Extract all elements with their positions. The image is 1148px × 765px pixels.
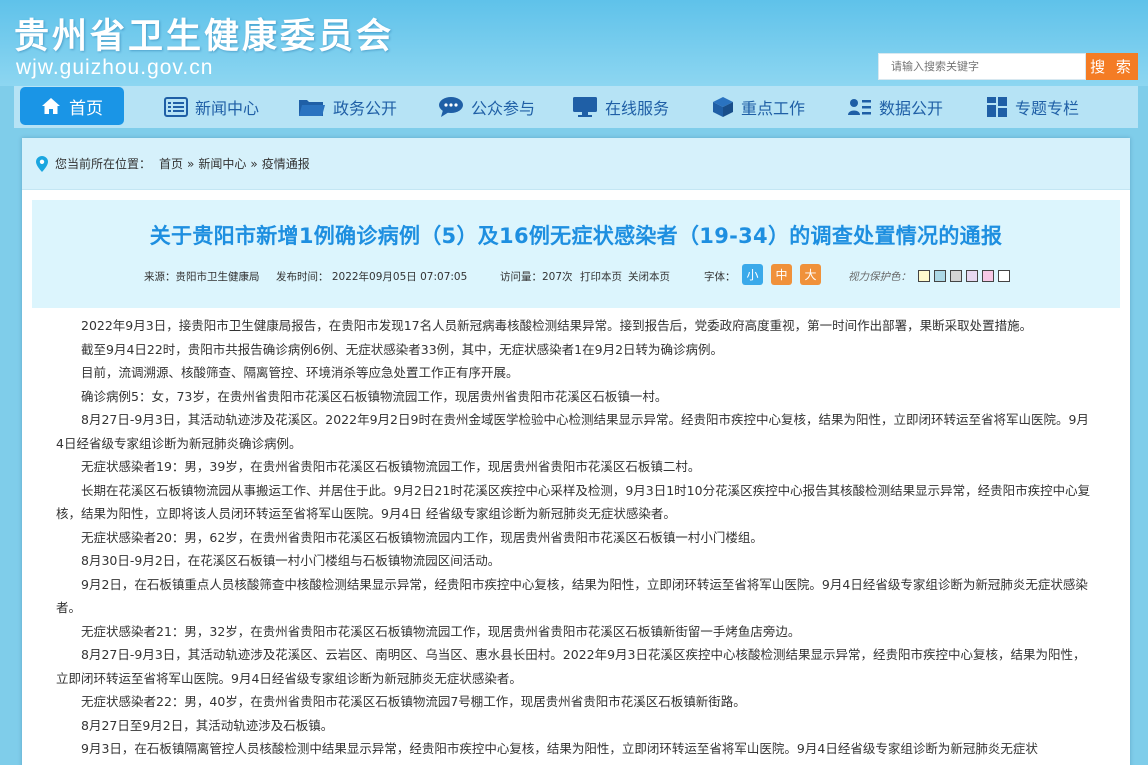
cube-icon [712,96,734,118]
article-views: 访问量：207次 [500,271,573,283]
content-card: 您当前所在位置： 首页 » 新闻中心 » 疫情通报 关于贵阳市新增1例确诊病例（… [22,138,1130,765]
article-paragraph: 确诊病例5：女，73岁，在贵州省贵阳市花溪区石板镇物流园工作，现居贵州省贵阳市花… [81,388,668,404]
print-link[interactable]: 打印本页 [580,269,622,284]
font-size-medium-button[interactable]: 中 [771,264,792,285]
vision-swatch-lavender[interactable] [966,270,978,282]
nav-item-news[interactable]: 新闻中心 [164,86,259,128]
nav-item-label: 重点工作 [741,99,806,118]
nav-item-online-service[interactable]: 在线服务 [572,86,669,128]
breadcrumb-separator: » [187,156,195,171]
article-meta: 来源：贵阳市卫生健康局 发布时间： 2022年09月05日 07:07:05 访… [32,264,1120,288]
article-paragraph: 8月27日至9月2日，其活动轨迹涉及石板镇。 [81,717,334,733]
article-paragraph: 9月2日，在石板镇重点人员核酸筛查中核酸检测结果显示异常，经贵阳市疾控中心复核，… [56,576,1088,616]
font-size-label: 字体： [704,271,736,283]
grid-icon [986,96,1008,118]
breadcrumb-home[interactable]: 首页 [159,155,183,172]
main-nav: 首页 新闻中心 政务公开 公众参与 在线服务 重点工作 数据公开 专题专栏 [14,86,1138,128]
nav-home[interactable]: 首页 [20,87,124,125]
font-size-small-button[interactable]: 小 [742,264,763,285]
chat-icon [438,96,464,118]
location-pin-icon [36,155,48,172]
article-header: 关于贵阳市新增1例确诊病例（5）及16例无症状感染者（19-34）的调查处置情况… [32,200,1120,308]
nav-item-label: 在线服务 [605,99,670,118]
breadcrumb-news[interactable]: 新闻中心 [198,155,246,172]
breadcrumb-separator: » [250,156,258,171]
article-paragraph: 无症状感染者19：男，39岁，在贵州省贵阳市花溪区石板镇物流园工作，现居贵州省贵… [81,459,701,474]
font-size-large-button[interactable]: 大 [800,264,821,285]
close-link[interactable]: 关闭本页 [628,269,670,284]
vision-protect-label: 视力保护色： [848,271,911,283]
article-publish-time: 发布时间： 2022年09月05日 07:07:05 [276,271,468,283]
article-paragraph: 8月30日-9月2日，在花溪区石板镇一村小门楼组与石板镇物流园区间活动。 [81,553,501,568]
vision-swatch-yellow[interactable] [918,270,930,282]
article-paragraph: 9月3日，在石板镇隔离管控人员核酸检测中结果显示异常，经贵阳市疾控中心复核，结果… [81,741,1038,756]
monitor-icon [572,96,598,118]
article-paragraph: 截至9月4日22时，贵阳市共报告确诊病例6例、无症状感染者33例，其中，无症状感… [81,341,724,357]
nav-item-label: 政务公开 [333,99,398,118]
vision-swatch-gray[interactable] [950,270,962,282]
home-icon [41,97,61,115]
site-title: 贵州省卫生健康委员会 [14,16,395,57]
nav-item-label: 公众参与 [471,99,536,118]
search-input[interactable] [878,53,1086,80]
nav-item-key-work[interactable]: 重点工作 [712,86,805,128]
vision-swatch-pink[interactable] [982,270,994,282]
article-paragraph: 2022年9月3日，接贵阳市卫生健康局报告，在贵阳市发现17名人员新冠病毒核酸检… [81,318,1033,333]
article-paragraph: 8月27日-9月3日，其活动轨迹涉及花溪区、云岩区、南明区、乌当区、惠水县长田村… [56,647,1086,686]
article-paragraph: 8月27日-9月3日，其活动轨迹涉及花溪区。2022年9月2日9时在贵州金域医学… [56,412,1089,451]
nav-home-label: 首页 [69,98,103,119]
nav-item-gov-affairs[interactable]: 政务公开 [298,86,397,128]
article-paragraph: 无症状感染者21：男，32岁，在贵州省贵阳市花溪区石板镇物流园工作，现居贵州省贵… [81,623,801,639]
article-paragraph: 无症状感染者20：男，62岁，在贵州省贵阳市花溪区石板镇物流园内工作，现居贵州省… [81,529,763,545]
article-body: 2022年9月3日，接贵阳市卫生健康局报告，在贵阳市发现17名人员新冠病毒核酸检… [56,314,1096,761]
nav-item-public-participation[interactable]: 公众参与 [438,86,535,128]
breadcrumb-epidemic[interactable]: 疫情通报 [262,155,310,172]
breadcrumb: 您当前所在位置： 首页 » 新闻中心 » 疫情通报 [22,138,1130,190]
nav-item-label: 专题专栏 [1015,99,1080,118]
article-paragraph: 无症状感染者22：男，40岁，在贵州省贵阳市花溪区石板镇物流园7号棚工作，现居贵… [81,694,746,709]
nav-item-special-column[interactable]: 专题专栏 [986,86,1079,128]
breadcrumb-prefix: 您当前所在位置： [55,157,152,171]
nav-item-data-open[interactable]: 数据公开 [848,86,943,128]
vision-swatch-blue[interactable] [934,270,946,282]
nav-item-label: 新闻中心 [195,99,260,118]
user-list-icon [848,97,872,117]
news-icon [164,97,188,117]
article-paragraph: 长期在花溪区石板镇物流园从事搬运工作、并居住于此。9月2日21时花溪区疾控中心采… [56,482,1091,522]
vision-swatch-white[interactable] [998,270,1010,282]
site-header: 贵州省卫生健康委员会 wjw.guizhou.gov.cn 搜 索 [0,0,1148,86]
site-domain: wjw.guizhou.gov.cn [16,56,214,79]
folder-icon [298,97,326,117]
article-source: 来源：贵阳市卫生健康局 [144,271,260,283]
article-title: 关于贵阳市新增1例确诊病例（5）及16例无症状感染者（19-34）的调查处置情况… [149,224,1003,248]
search-button[interactable]: 搜 索 [1086,53,1138,80]
nav-item-label: 数据公开 [879,99,944,118]
article-paragraph: 目前，流调溯源、核酸筛查、隔离管控、环境消杀等应急处置工作正有序开展。 [81,365,519,380]
